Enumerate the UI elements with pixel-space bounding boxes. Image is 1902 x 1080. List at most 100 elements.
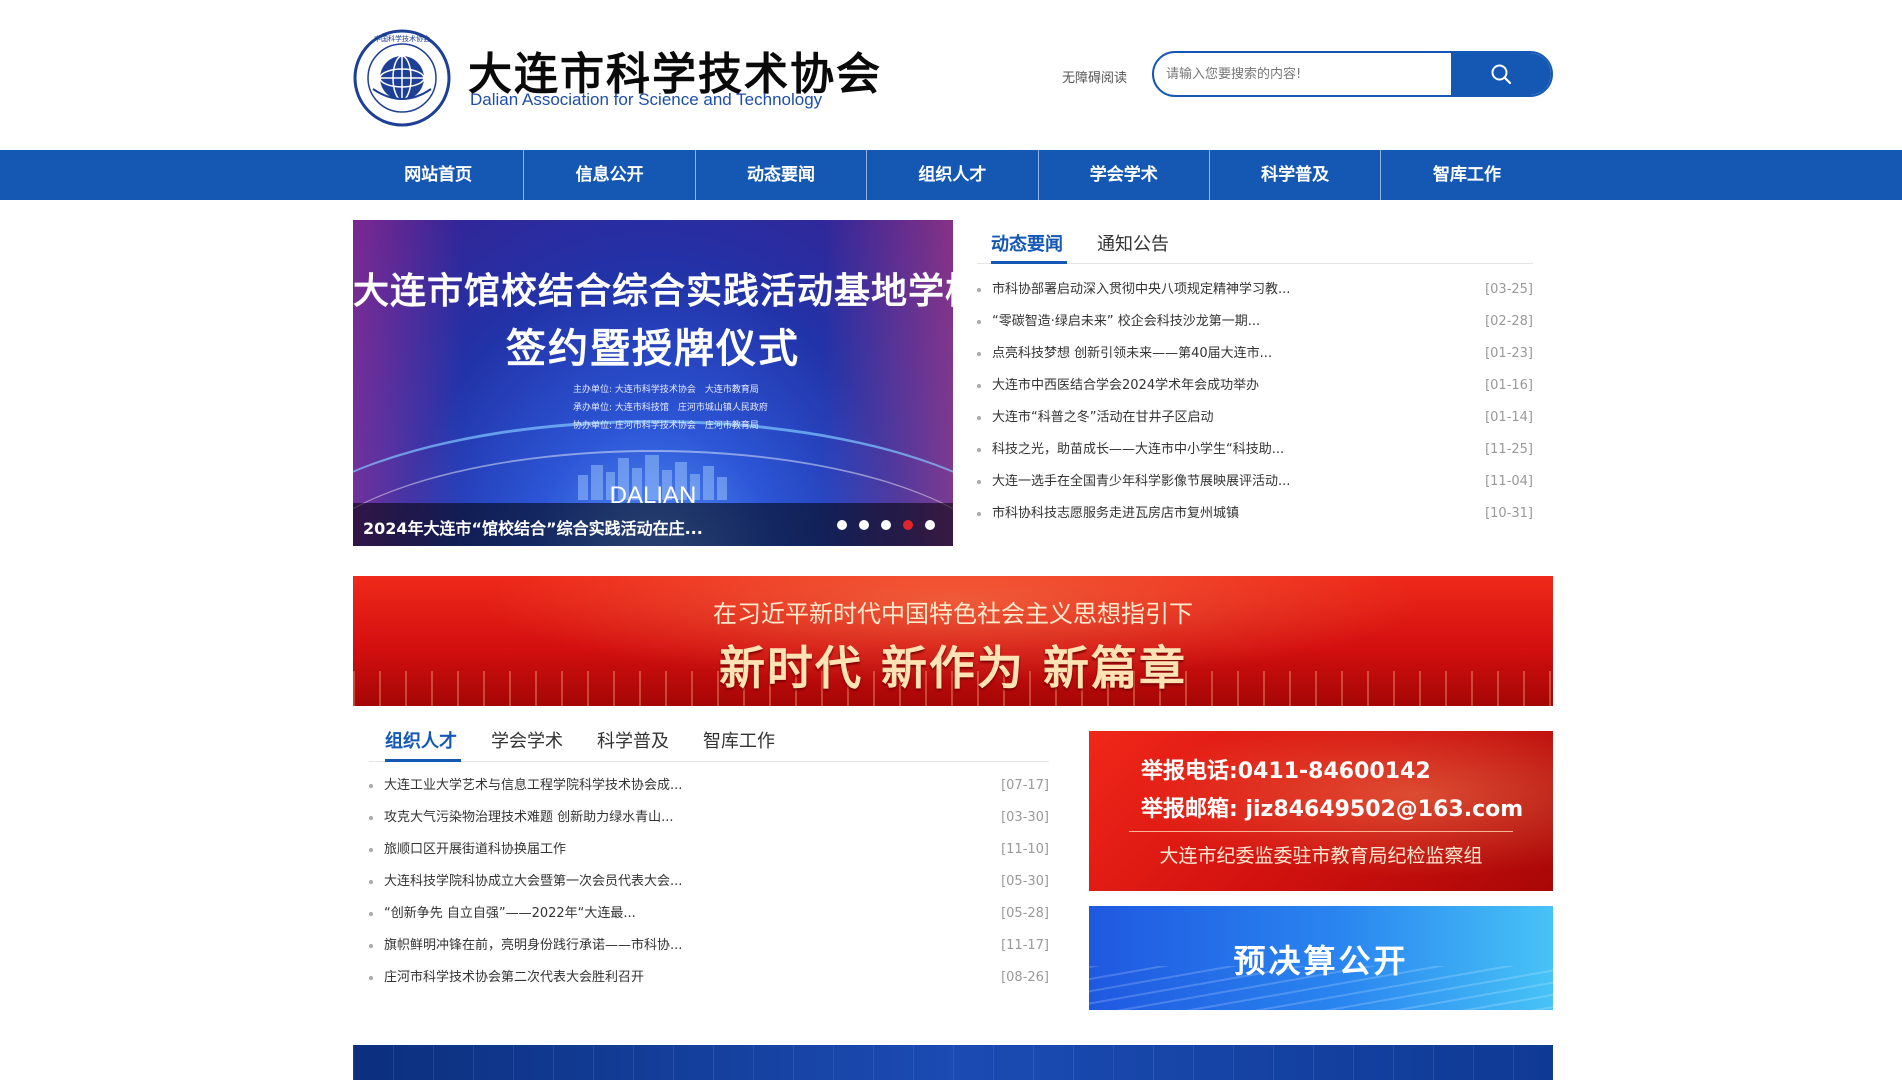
bullet-icon [977, 480, 981, 484]
nav-item-organization[interactable]: 组织人才 [867, 150, 1039, 200]
bullet-icon [977, 384, 981, 388]
news-title[interactable]: 旅顺口区开展街道科协换届工作 [384, 834, 566, 866]
carousel-dot[interactable] [837, 520, 847, 530]
bottom-banner-grid [353, 1045, 1553, 1080]
tab-popular-science[interactable]: 科学普及 [597, 727, 669, 753]
news-item[interactable]: 大连科技学院科协成立大会暨第一次会员代表大会... [05-30] [369, 866, 1049, 898]
news-item[interactable]: 大连市中西医结合学会2024学术年会成功举办 [01-16] [977, 370, 1533, 402]
slide-title-line2: 签约暨授牌仪式 [506, 326, 800, 372]
news-title[interactable]: 旗帜鲜明冲锋在前，亮明身份践行承诺——市科协... [384, 930, 682, 962]
news-item[interactable]: 庄河市科学技术协会第二次代表大会胜利召开 [08-26] [369, 962, 1049, 994]
bullet-icon [369, 944, 373, 948]
bullet-icon [369, 976, 373, 980]
banner-subtitle: 在习近平新时代中国特色社会主义思想指引下 [713, 600, 1193, 628]
association-logo[interactable]: 中国科学技术协会 [353, 29, 451, 127]
active-tab-underline [385, 759, 461, 762]
carousel-caption[interactable]: 2024年大连市“馆校结合”综合实践活动在庄... [363, 515, 703, 539]
news-date: [02-28] [1485, 314, 1533, 329]
svg-text:中国科学技术协会: 中国科学技术协会 [374, 34, 430, 43]
theme-banner[interactable]: 在习近平新时代中国特色社会主义思想指引下 新时代 新作为 新篇章 [353, 576, 1553, 706]
category-news-panel: 组织人才 学会学术 科学普及 智库工作 大连工业大学艺术与信息工程学院科学技术协… [369, 720, 1049, 990]
nav-item-think-tank[interactable]: 智库工作 [1381, 150, 1552, 200]
carousel-caption-bar: 2024年大连市“馆校结合”综合实践活动在庄... [353, 503, 953, 546]
news-date: [05-30] [1001, 874, 1049, 889]
news-item[interactable]: 市科协部署启动深入贯彻中央八项规定精神学习教... [03-25] [977, 274, 1533, 306]
slide-organizer-line: 承办单位: 大连市科技馆 庄河市城山镇人民政府 [573, 403, 768, 413]
bullet-icon [977, 512, 981, 516]
news-title[interactable]: 大连市“科普之冬”活动在甘井子区启动 [992, 402, 1213, 434]
tab-organization[interactable]: 组织人才 [385, 727, 457, 753]
news-date: [11-04] [1485, 474, 1533, 489]
news-date: [01-14] [1485, 410, 1533, 425]
carousel-dots [837, 520, 935, 530]
news-title[interactable]: 市科协部署启动深入贯彻中央八项规定精神学习教... [992, 274, 1290, 306]
news-item[interactable]: 大连市“科普之冬”活动在甘井子区启动 [01-14] [977, 402, 1533, 434]
active-tab-underline [991, 261, 1067, 264]
news-title[interactable]: “零碳智造·绿启未来” 校企会科技沙龙第一期... [992, 306, 1260, 338]
news-item[interactable]: 攻克大气污染物治理技术难题 创新助力绿水青山... [03-30] [369, 802, 1049, 834]
news-date: [10-31] [1485, 506, 1533, 521]
search-button[interactable] [1451, 53, 1551, 95]
tab-notices[interactable]: 通知公告 [1097, 230, 1169, 256]
bullet-icon [369, 912, 373, 916]
tab-academic[interactable]: 学会学术 [491, 727, 563, 753]
news-panel: 动态要闻 通知公告 市科协部署启动深入贯彻中央八项规定精神学习教... [03-2… [977, 220, 1533, 546]
news-date: [03-30] [1001, 810, 1049, 825]
bullet-icon [369, 816, 373, 820]
report-hotline-banner[interactable]: 举报电话:0411-84600142 举报邮箱: jiz84649502@163… [1089, 731, 1553, 891]
bullet-icon [977, 416, 981, 420]
carousel-dot[interactable] [859, 520, 869, 530]
report-phone: 举报电话:0411-84600142 [1141, 759, 1431, 784]
news-title[interactable]: 大连一选手在全国青少年科学影像节展映展评活动... [992, 466, 1290, 498]
nav-item-home[interactable]: 网站首页 [353, 150, 525, 200]
news-title[interactable]: 大连市中西医结合学会2024学术年会成功举办 [992, 370, 1259, 402]
news-item[interactable]: 科技之光，助苗成长——大连市中小学生“科技助... [11-25] [977, 434, 1533, 466]
news-item[interactable]: 大连工业大学艺术与信息工程学院科学技术协会成... [07-17] [369, 770, 1049, 802]
news-item[interactable]: 点亮科技梦想 创新引领未来——第40届大连市... [01-23] [977, 338, 1533, 370]
news-title[interactable]: 庄河市科学技术协会第二次代表大会胜利召开 [384, 962, 644, 994]
carousel-dot[interactable] [925, 520, 935, 530]
news-item[interactable]: 大连一选手在全国青少年科学影像节展映展评活动... [11-04] [977, 466, 1533, 498]
news-date: [01-23] [1485, 346, 1533, 361]
carousel-dot-active[interactable] [903, 520, 913, 530]
bullet-icon [977, 352, 981, 356]
tab-think-tank[interactable]: 智库工作 [703, 727, 775, 753]
slide-organizer-line: 主办单位: 大连市科学技术协会 大连市教育局 [573, 385, 759, 395]
nav-item-news[interactable]: 动态要闻 [696, 150, 868, 200]
news-item[interactable]: “零碳智造·绿启未来” 校企会科技沙龙第一期... [02-28] [977, 306, 1533, 338]
nav-item-info-public[interactable]: 信息公开 [524, 150, 696, 200]
bullet-icon [369, 880, 373, 884]
budget-disclosure-banner[interactable]: 预决算公开 [1089, 906, 1553, 1010]
nav-item-academic[interactable]: 学会学术 [1039, 150, 1210, 200]
tab-news[interactable]: 动态要闻 [991, 230, 1063, 256]
news-title[interactable]: 大连科技学院科协成立大会暨第一次会员代表大会... [384, 866, 682, 898]
search-box [1152, 51, 1553, 97]
site-header: 中国科学技术协会 大连市科学技术协会 Dalian Association fo… [0, 0, 1902, 150]
category-news-list: 大连工业大学艺术与信息工程学院科学技术协会成... [07-17] 攻克大气污染物… [369, 770, 1049, 994]
nav-item-popular-science[interactable]: 科学普及 [1210, 150, 1382, 200]
search-icon [1491, 64, 1512, 85]
bullet-icon [977, 288, 981, 292]
bottom-banner[interactable] [353, 1045, 1553, 1080]
news-title[interactable]: 点亮科技梦想 创新引领未来——第40届大连市... [992, 338, 1272, 370]
carousel-dot[interactable] [881, 520, 891, 530]
news-carousel[interactable]: 大连市馆校结合综合实践活动基地学校 签约暨授牌仪式 主办单位: 大连市科学技术协… [353, 220, 953, 546]
report-email: 举报邮箱: jiz84649502@163.com [1141, 797, 1524, 822]
news-title[interactable]: “创新争先 自立自强”——2022年“大连最... [384, 898, 636, 930]
slide-organizer-line: 协办单位: 庄河市科学技术协会 庄河市教育局 [573, 421, 759, 431]
news-date: [11-10] [1001, 842, 1049, 857]
category-tabs: 组织人才 学会学术 科学普及 智库工作 [369, 720, 1049, 762]
accessible-reading-link[interactable]: 无障碍阅读 [1062, 67, 1127, 86]
news-title[interactable]: 市科协科技志愿服务走进瓦房店市复州城镇 [992, 498, 1239, 530]
news-item[interactable]: 旅顺口区开展街道科协换届工作 [11-10] [369, 834, 1049, 866]
search-input[interactable] [1154, 53, 1454, 95]
news-date: [07-17] [1001, 778, 1049, 793]
news-item[interactable]: 旗帜鲜明冲锋在前，亮明身份践行承诺——市科协... [11-17] [369, 930, 1049, 962]
news-title[interactable]: 攻克大气污染物治理技术难题 创新助力绿水青山... [384, 802, 674, 834]
news-item[interactable]: “创新争先 自立自强”——2022年“大连最... [05-28] [369, 898, 1049, 930]
news-item[interactable]: 市科协科技志愿服务走进瓦房店市复州城镇 [10-31] [977, 498, 1533, 530]
news-title[interactable]: 科技之光，助苗成长——大连市中小学生“科技助... [992, 434, 1284, 466]
news-title[interactable]: 大连工业大学艺术与信息工程学院科学技术协会成... [384, 770, 682, 802]
news-date: [11-17] [1001, 938, 1049, 953]
news-date: [03-25] [1485, 282, 1533, 297]
